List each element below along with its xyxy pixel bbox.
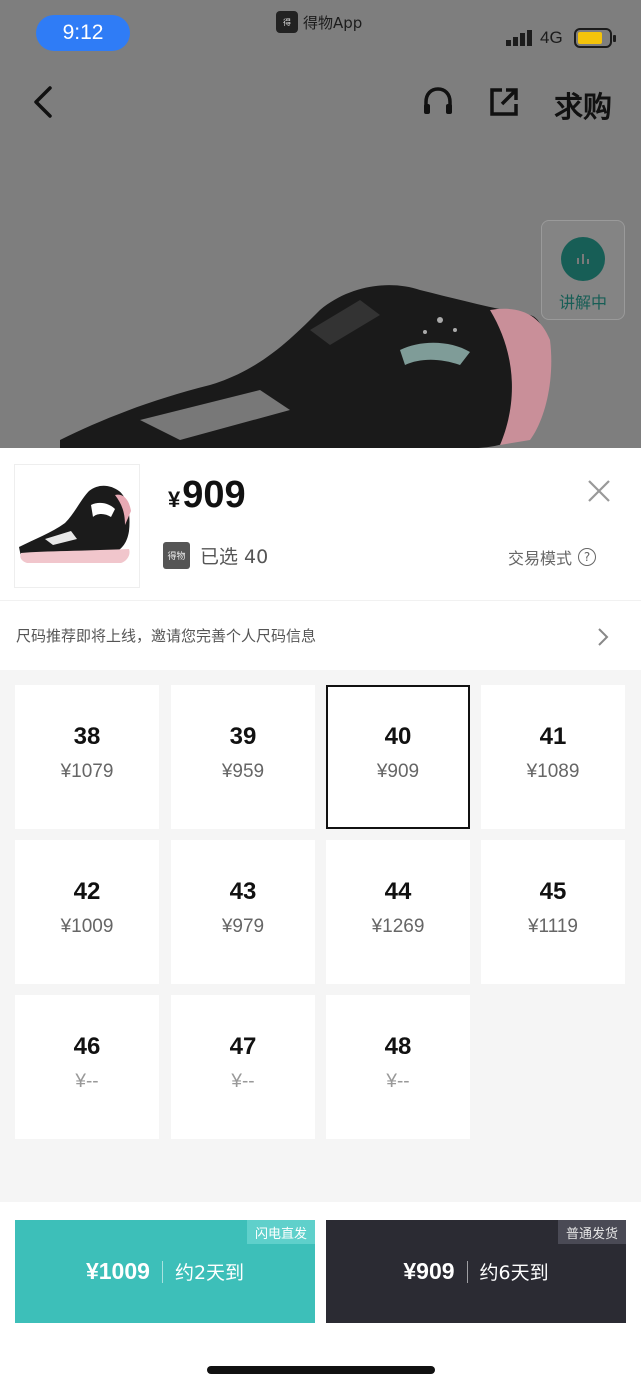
size-cell-41[interactable]: 41 ¥1089 [481, 685, 625, 829]
size-price: ¥909 [376, 761, 420, 782]
size-price: ¥1119 [527, 916, 578, 937]
normal-price: ¥909 [403, 1258, 455, 1284]
size-price: ¥-- [75, 1071, 99, 1092]
size-cell-40-selected[interactable]: 40 ¥909 [326, 685, 470, 829]
home-indicator[interactable] [207, 1366, 435, 1374]
size-price: ¥-- [386, 1071, 410, 1092]
product-thumbnail [14, 464, 140, 588]
live-icon [561, 237, 605, 281]
express-buy-button[interactable]: 闪电直发 ¥1009 约2天到 [15, 1220, 315, 1323]
network-type: 4G [540, 28, 563, 47]
shoe-thumbnail-image [19, 485, 131, 563]
size-cell-39[interactable]: 39 ¥959 [171, 685, 315, 829]
size-number: 39 [229, 723, 257, 750]
product-shoe-image [60, 285, 552, 448]
divider [466, 1260, 468, 1283]
want-to-buy-button[interactable]: 求购 [554, 84, 612, 126]
express-tag: 闪电直发 [246, 1220, 315, 1244]
size-price: ¥1269 [371, 916, 425, 937]
size-price: ¥1089 [526, 761, 580, 782]
trade-mode-label: 交易模式 [508, 549, 573, 568]
app-name-text: 得物App [303, 13, 363, 32]
express-price: ¥1009 [85, 1258, 150, 1284]
size-number: 42 [73, 878, 101, 905]
help-icon: ? [578, 548, 597, 566]
trade-mode-link[interactable]: 交易模式 ? [508, 545, 597, 569]
size-selector-sheet: ¥ 909 得物 已选 40 交易模式 ? 尺码推荐即将上线，邀请您完善个人尺码… [0, 448, 641, 1387]
size-cell-38[interactable]: 38 ¥1079 [15, 685, 159, 829]
size-price: ¥1079 [60, 761, 114, 782]
selected-price: ¥ 909 [168, 474, 246, 517]
size-price: ¥979 [221, 916, 265, 937]
buy-options: 闪电直发 ¥1009 约2天到 普通发货 ¥909 约6天到 [0, 1202, 641, 1387]
size-number: 48 [384, 1033, 412, 1060]
express-eta: 约2天到 [174, 1262, 245, 1284]
audio-bars-icon [577, 254, 589, 264]
chevron-right-icon [598, 628, 609, 646]
size-number: 45 [539, 878, 567, 905]
normal-eta: 约6天到 [479, 1262, 549, 1284]
size-recommend-hint[interactable]: 尺码推荐即将上线，邀请您完善个人尺码信息 [0, 600, 641, 670]
size-cell-48[interactable]: 48 ¥-- [326, 995, 470, 1139]
price-value: 909 [182, 474, 246, 516]
normal-buy-button[interactable]: 普通发货 ¥909 约6天到 [326, 1220, 626, 1323]
size-grid: 38 ¥1079 39 ¥959 40 ¥909 41 ¥1089 42 ¥10… [0, 670, 641, 1202]
size-cell-45[interactable]: 45 ¥1119 [481, 840, 625, 984]
size-price: ¥959 [221, 761, 265, 782]
normal-tag: 普通发货 [557, 1220, 626, 1244]
status-time: 9:12 [36, 15, 130, 51]
close-icon[interactable] [586, 478, 612, 504]
size-cell-44[interactable]: 44 ¥1269 [326, 840, 470, 984]
battery-icon [574, 28, 616, 48]
back-chevron-icon[interactable] [28, 82, 60, 122]
size-number: 40 [384, 723, 412, 750]
status-bar: 9:12 得 得物App 4G [0, 0, 641, 70]
size-cell-47[interactable]: 47 ¥-- [171, 995, 315, 1139]
size-number: 47 [229, 1033, 257, 1060]
size-cell-42[interactable]: 42 ¥1009 [15, 840, 159, 984]
selected-size-label: 已选 40 [200, 546, 269, 568]
selected-size-row: 得物 已选 40 [163, 542, 268, 569]
live-label: 讲解中 [558, 293, 607, 312]
app-name-label: 得 得物App [276, 10, 362, 34]
size-number: 46 [73, 1033, 101, 1060]
app-logo-icon: 得 [276, 11, 298, 33]
size-price: ¥-- [231, 1071, 255, 1092]
hint-text: 尺码推荐即将上线，邀请您完善个人尺码信息 [16, 627, 317, 645]
price-currency: ¥ [168, 487, 181, 512]
size-number: 44 [384, 878, 412, 905]
headset-icon[interactable] [420, 84, 456, 120]
dewu-logo-icon: 得物 [163, 542, 190, 569]
size-price: ¥1009 [60, 916, 114, 937]
size-number: 43 [229, 878, 257, 905]
share-icon[interactable] [486, 84, 522, 120]
signal-icon [506, 30, 532, 46]
size-cell-46[interactable]: 46 ¥-- [15, 995, 159, 1139]
size-cell-43[interactable]: 43 ¥979 [171, 840, 315, 984]
divider [161, 1260, 163, 1283]
live-explain-badge[interactable]: 讲解中 [541, 220, 625, 320]
size-number: 38 [73, 723, 101, 750]
size-number: 41 [539, 723, 567, 750]
